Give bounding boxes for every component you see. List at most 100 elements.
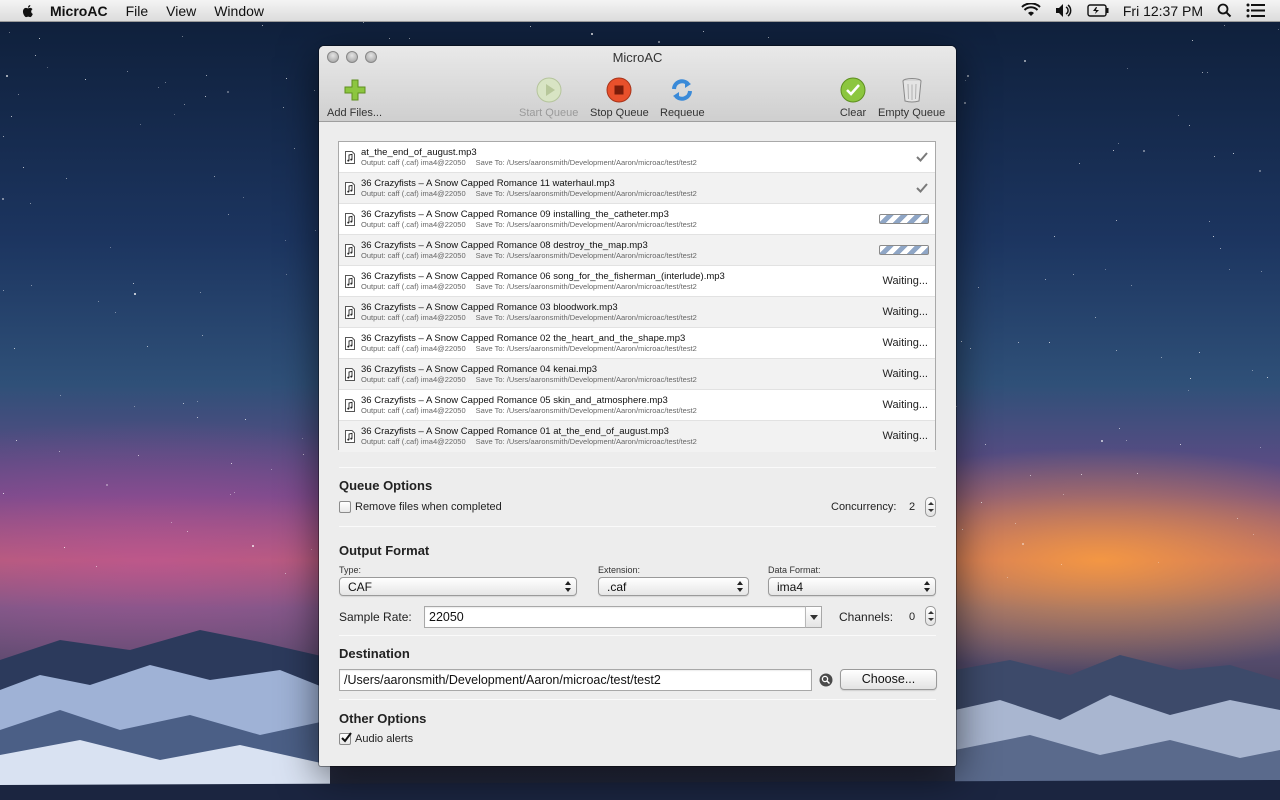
queue-row[interactable]: 36 Crazyfists – A Snow Capped Romance 02… (339, 328, 935, 359)
queue-row[interactable]: 36 Crazyfists – A Snow Capped Romance 09… (339, 204, 935, 235)
file-details: Output: caff (.caf) ima4@22050 Save To: /… (361, 313, 697, 323)
concurrency-label: Concurrency: (831, 501, 897, 513)
row-text: 36 Crazyfists – A Snow Capped Romance 03… (361, 302, 697, 323)
reveal-in-finder-icon[interactable] (819, 673, 833, 687)
audio-alerts-checkbox[interactable] (339, 732, 352, 745)
row-text: at_the_end_of_august.mp3 Output: caff (.… (361, 147, 697, 168)
queue-list[interactable]: at_the_end_of_august.mp3 Output: caff (.… (338, 141, 936, 452)
destination-path-input[interactable]: /Users/aaronsmith/Development/Aaron/micr… (339, 669, 812, 691)
notification-center-icon[interactable] (1246, 3, 1266, 18)
queue-row[interactable]: 36 Crazyfists – A Snow Capped Romance 03… (339, 297, 935, 328)
row-text: 36 Crazyfists – A Snow Capped Romance 11… (361, 178, 697, 199)
queue-row[interactable]: 36 Crazyfists – A Snow Capped Romance 01… (339, 421, 935, 452)
file-details: Output: caff (.caf) ima4@22050 Save To: /… (361, 158, 697, 168)
data-format-select[interactable]: ima4 (768, 577, 936, 596)
menu-file[interactable]: File (126, 3, 149, 19)
window-title: MicroAC (612, 50, 663, 65)
queue-row[interactable]: 36 Crazyfists – A Snow Capped Romance 04… (339, 359, 935, 390)
queue-row[interactable]: at_the_end_of_august.mp3 Output: caff (.… (339, 142, 935, 173)
remove-files-checkbox[interactable] (339, 501, 351, 513)
apple-menu-icon[interactable] (20, 3, 36, 19)
start-queue-button[interactable]: Start Queue (519, 76, 578, 119)
audio-alerts-label[interactable]: Audio alerts (355, 733, 413, 745)
completed-check-icon (916, 152, 928, 162)
queue-row[interactable]: 36 Crazyfists – A Snow Capped Romance 11… (339, 173, 935, 204)
row-text: 36 Crazyfists – A Snow Capped Romance 01… (361, 426, 697, 447)
file-name: 36 Crazyfists – A Snow Capped Romance 09… (361, 208, 669, 220)
updown-arrows-icon (737, 581, 743, 592)
extension-select[interactable]: .caf (598, 577, 749, 596)
add-files-button[interactable]: Add Files... (327, 76, 382, 119)
menu-bar: MicroAC File View Window Fri 12:37 PM (0, 0, 1280, 22)
row-status-text: Waiting... (882, 275, 928, 287)
audio-file-icon (345, 367, 355, 381)
menu-window[interactable]: Window (214, 3, 264, 19)
output-format-title: Output Format (339, 543, 430, 558)
type-select[interactable]: CAF (339, 577, 577, 596)
menu-clock[interactable]: Fri 12:37 PM (1123, 3, 1203, 19)
type-select-value: CAF (348, 580, 372, 594)
output-format-text: Output: caff (.caf) ima4@22050 (361, 405, 466, 415)
row-text: 36 Crazyfists – A Snow Capped Romance 02… (361, 333, 697, 354)
row-text: 36 Crazyfists – A Snow Capped Romance 04… (361, 364, 697, 385)
output-format-text: Output: caff (.caf) ima4@22050 (361, 219, 466, 229)
audio-file-icon (345, 274, 355, 288)
file-name: 36 Crazyfists – A Snow Capped Romance 08… (361, 239, 648, 251)
choose-button[interactable]: Choose... (840, 669, 937, 690)
save-to-text: Save To: /Users/aaronsmith/Development/A… (475, 250, 697, 260)
row-status-text: Waiting... (882, 337, 928, 349)
file-details: Output: caff (.caf) ima4@22050 Save To: /… (361, 375, 697, 385)
file-details: Output: caff (.caf) ima4@22050 Save To: /… (361, 220, 697, 230)
empty-queue-button[interactable]: Empty Queue (878, 76, 945, 119)
add-files-label: Add Files... (327, 107, 383, 119)
audio-file-icon (345, 150, 355, 164)
indeterminate-progress-bar (879, 214, 929, 224)
wifi-icon[interactable] (1021, 3, 1041, 18)
checkmark-icon (341, 732, 352, 743)
concurrency-stepper[interactable] (925, 497, 936, 517)
audio-file-icon (345, 181, 355, 195)
file-name: 36 Crazyfists – A Snow Capped Romance 02… (361, 332, 686, 344)
refresh-icon (672, 79, 693, 101)
sample-rate-combobox[interactable]: 22050 (424, 606, 806, 628)
menu-view[interactable]: View (166, 3, 196, 19)
type-label: Type: (339, 565, 362, 575)
file-name: 36 Crazyfists – A Snow Capped Romance 05… (361, 394, 668, 406)
checkmark-circle-icon (840, 77, 866, 103)
file-details: Output: caff (.caf) ima4@22050 Save To: /… (361, 437, 697, 447)
clear-button[interactable]: Clear (839, 76, 867, 119)
file-details: Output: caff (.caf) ima4@22050 Save To: /… (361, 406, 697, 416)
file-name: 36 Crazyfists – A Snow Capped Romance 01… (361, 426, 669, 437)
other-options-title: Other Options (339, 711, 427, 726)
file-name: 36 Crazyfists – A Snow Capped Romance 11… (361, 177, 615, 189)
stop-queue-button[interactable]: Stop Queue (590, 76, 649, 119)
indeterminate-progress-bar (879, 245, 929, 255)
data-format-label: Data Format: (768, 565, 821, 575)
play-icon (536, 77, 562, 103)
menu-app-name[interactable]: MicroAC (50, 3, 108, 19)
channels-label: Channels: (839, 610, 894, 624)
file-name: 36 Crazyfists – A Snow Capped Romance 03… (361, 301, 618, 313)
trash-icon (902, 78, 922, 103)
battery-icon[interactable] (1087, 4, 1109, 17)
add-plus-icon (344, 79, 366, 101)
channels-value: 0 (909, 611, 916, 623)
volume-icon[interactable] (1055, 3, 1073, 18)
audio-file-icon (345, 212, 355, 226)
queue-row[interactable]: 36 Crazyfists – A Snow Capped Romance 06… (339, 266, 935, 297)
channels-stepper[interactable] (925, 606, 936, 626)
file-details: Output: caff (.caf) ima4@22050 Save To: /… (361, 344, 697, 354)
remove-files-label[interactable]: Remove files when completed (355, 501, 502, 513)
output-format-text: Output: caff (.caf) ima4@22050 (361, 157, 466, 167)
stop-queue-label: Stop Queue (590, 107, 649, 119)
sample-rate-dropdown-button[interactable] (805, 606, 822, 628)
row-status-text: Waiting... (882, 306, 928, 318)
queue-row[interactable]: 36 Crazyfists – A Snow Capped Romance 05… (339, 390, 935, 421)
requeue-button[interactable]: Requeue (660, 76, 705, 119)
sample-rate-label: Sample Rate: (339, 610, 412, 624)
queue-row[interactable]: 36 Crazyfists – A Snow Capped Romance 08… (339, 235, 935, 266)
spotlight-search-icon[interactable] (1217, 3, 1232, 18)
start-queue-label: Start Queue (519, 107, 579, 119)
file-name: 36 Crazyfists – A Snow Capped Romance 04… (361, 363, 598, 375)
save-to-text: Save To: /Users/aaronsmith/Development/A… (475, 343, 697, 353)
